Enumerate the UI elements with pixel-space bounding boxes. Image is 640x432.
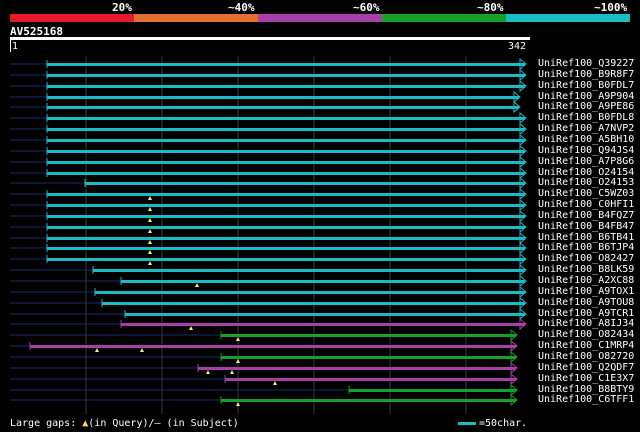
query-gap-marker — [148, 250, 152, 254]
hit-label[interactable]: UniRef100_O82720 — [538, 352, 634, 362]
query-gap-marker — [189, 326, 193, 330]
scale-swatch — [458, 421, 476, 425]
scale-key: =50char. — [458, 418, 527, 429]
alignment-bar[interactable] — [47, 172, 525, 175]
alignment-bar[interactable] — [47, 63, 525, 66]
query-gap-marker — [148, 207, 152, 211]
alignment-bar[interactable] — [47, 215, 525, 218]
alignment-bar[interactable] — [47, 117, 525, 120]
alignment-bar[interactable] — [47, 96, 519, 99]
alignment-bar[interactable] — [47, 258, 525, 261]
hit-label[interactable]: UniRef100_B0FDL7 — [538, 81, 634, 91]
alignment-bar[interactable] — [93, 269, 525, 272]
query-gap-marker — [230, 370, 234, 374]
hit-label[interactable]: UniRef100_C0HFI1 — [538, 200, 634, 210]
in-query-label: (in Query)/ — [88, 418, 155, 429]
hit-label[interactable]: UniRef100_A7NVP2 — [538, 124, 634, 134]
hit-label[interactable]: UniRef100_B8LK59 — [538, 265, 634, 275]
scale-label: =50char. — [479, 418, 528, 429]
hit-label[interactable]: UniRef100_C1MRP4 — [538, 341, 634, 351]
alignment-bar[interactable] — [47, 85, 525, 88]
alignment-bar[interactable] — [349, 389, 516, 392]
query-gap-marker — [206, 370, 210, 374]
query-gap-marker — [236, 337, 240, 341]
alignment-bar[interactable] — [221, 356, 516, 359]
hit-label[interactable]: UniRef100_Q2QDF7 — [538, 363, 634, 373]
hit-label[interactable]: UniRef100_O82434 — [538, 330, 634, 340]
hit-label[interactable]: UniRef100_A9PE86 — [538, 102, 634, 112]
hit-label[interactable]: UniRef100_A9TOU8 — [538, 298, 634, 308]
alignment-bar[interactable] — [221, 399, 516, 402]
alignment-bar[interactable] — [47, 150, 525, 153]
alignment-bar[interactable] — [47, 226, 525, 229]
hit-label[interactable]: UniRef100_A2XC88 — [538, 276, 634, 286]
query-gap-marker — [140, 348, 144, 352]
hit-label[interactable]: UniRef100_A9TOX1 — [538, 287, 634, 297]
alignment-bar[interactable] — [102, 302, 525, 305]
alignment-bar[interactable] — [47, 247, 525, 250]
in-subject-label: – (in Subject) — [154, 418, 239, 429]
alignment-bar[interactable] — [221, 334, 516, 337]
hit-label[interactable]: UniRef100_B0FDL8 — [538, 113, 634, 123]
gaps-legend: Large gaps: ▲(in Query)/– (in Subject) — [10, 418, 239, 429]
query-gap-marker — [148, 261, 152, 265]
alignment-bar[interactable] — [47, 139, 525, 142]
query-gap-marker — [148, 229, 152, 233]
alignment-bar[interactable] — [121, 323, 525, 326]
alignment-bar[interactable] — [47, 204, 525, 207]
alignment-bar[interactable] — [95, 291, 525, 294]
hit-label[interactable]: UniRef100_Q39227 — [538, 59, 634, 69]
hit-label[interactable]: UniRef100_B6TJP4 — [538, 243, 634, 253]
alignment-bar[interactable] — [47, 106, 519, 109]
alignment-bar[interactable] — [47, 161, 525, 164]
alignment-bar[interactable] — [47, 74, 525, 77]
alignment-bar[interactable] — [198, 367, 516, 370]
hit-label[interactable]: UniRef100_A5BH10 — [538, 135, 634, 145]
hit-label[interactable]: UniRef100_B4FB47 — [538, 222, 634, 232]
hit-label[interactable]: UniRef100_O24153 — [538, 178, 634, 188]
query-gap-marker — [148, 240, 152, 244]
query-gap-marker — [195, 283, 199, 287]
alignment-bar[interactable] — [47, 128, 525, 131]
hit-label[interactable]: UniRef100_C1E3X7 — [538, 374, 634, 384]
hit-label[interactable]: UniRef100_A8IJ34 — [538, 319, 634, 329]
query-gap-marker — [95, 348, 99, 352]
query-gap-marker — [273, 381, 277, 385]
alignment-bar[interactable] — [30, 345, 516, 348]
hit-label[interactable]: UniRef100_B4FQZ7 — [538, 211, 634, 221]
hit-label[interactable]: UniRef100_B9R8F7 — [538, 70, 634, 80]
query-gap-marker — [236, 359, 240, 363]
query-gap-marker — [148, 196, 152, 200]
hit-label[interactable]: UniRef100_C5WZ03 — [538, 189, 634, 199]
alignment-bar[interactable] — [47, 193, 525, 196]
hit-label[interactable]: UniRef100_A7P8G6 — [538, 157, 634, 167]
gaps-label: Large gaps: — [10, 418, 83, 429]
alignment-bar[interactable] — [47, 237, 525, 240]
query-gap-marker — [236, 402, 240, 406]
query-gap-marker — [148, 218, 152, 222]
alignment-bar[interactable] — [225, 378, 516, 381]
hit-label[interactable]: UniRef100_O82427 — [538, 254, 634, 264]
alignment-bar[interactable] — [125, 313, 525, 316]
alignment-bar[interactable] — [121, 280, 525, 283]
hit-label[interactable]: UniRef100_Q94JS4 — [538, 146, 634, 156]
alignment-bar[interactable] — [85, 182, 525, 185]
hit-label[interactable]: UniRef100_C6TFF1 — [538, 395, 634, 405]
